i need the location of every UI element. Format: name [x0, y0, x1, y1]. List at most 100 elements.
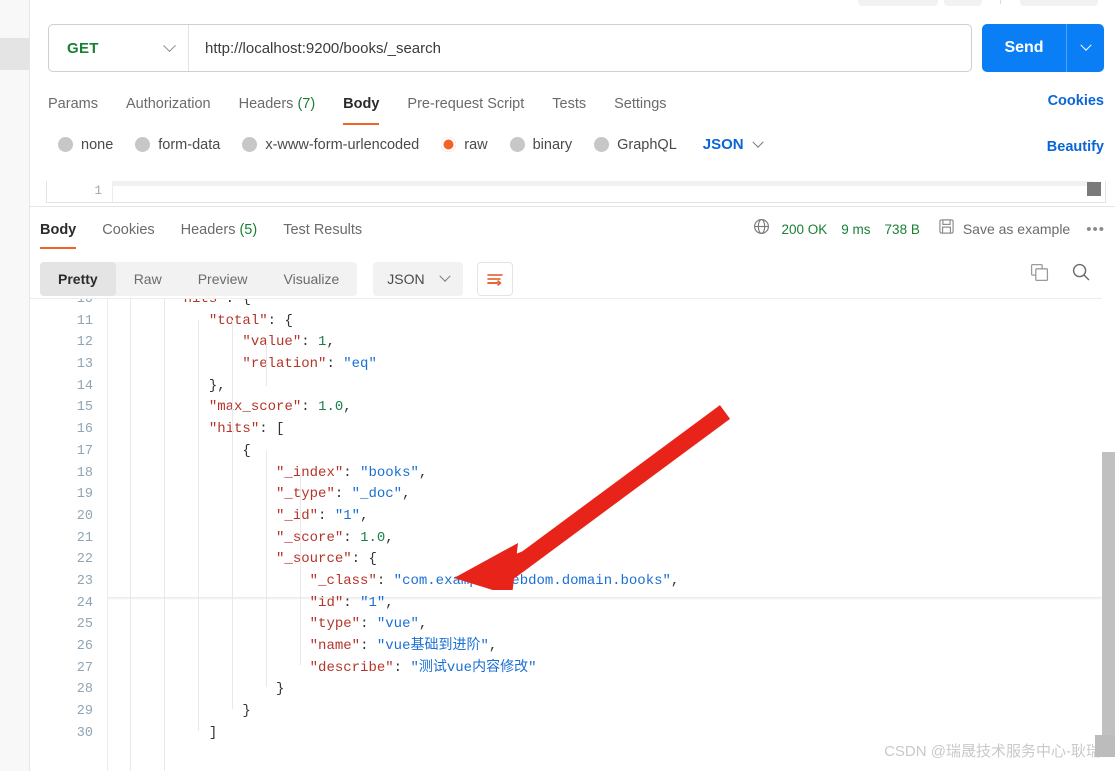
request-tabs: Params Authorization Headers (7) Body Pre-re…: [48, 88, 695, 125]
body-type-raw[interactable]: raw: [441, 137, 488, 153]
request-tab-tests[interactable]: Tests: [552, 96, 586, 112]
response-tab-test-results[interactable]: Test Results: [283, 222, 362, 238]
code-line-numbers: 10 11 12 13 14 15 16 17 18 19 20 21 22 23 24 25 26 27 28 29…: [30, 299, 108, 771]
body-type-none[interactable]: none: [58, 137, 113, 153]
watermark-text: CSDN @瑞晟技术服务中心-耿瑞: [884, 743, 1101, 760]
body-type-x-www-form-urlencoded[interactable]: x-www-form-urlencoded: [242, 137, 419, 153]
body-type-binary[interactable]: binary: [509, 137, 572, 153]
request-tab-headers[interactable]: Headers (7): [239, 96, 316, 112]
code-token: "eq": [343, 356, 377, 373]
request-url-input[interactable]: http://localhost:9200/books/_search: [189, 40, 971, 57]
line-number: 15: [76, 400, 93, 416]
body-type-label: none: [81, 136, 114, 153]
view-mode-visualize[interactable]: Visualize: [266, 262, 358, 296]
wrap-lines-button[interactable]: [476, 262, 513, 296]
globe-icon: [753, 218, 770, 240]
code-token: "1": [334, 507, 361, 524]
view-mode-pretty[interactable]: Pretty: [40, 262, 116, 296]
code-line: },: [108, 376, 1115, 398]
code-token: :: [393, 659, 411, 676]
code-token: :: [301, 334, 319, 351]
code-token: "_doc": [351, 486, 403, 503]
more-options-button[interactable]: •••: [1086, 221, 1105, 238]
line-number: 11: [76, 313, 93, 329]
copy-icon[interactable]: [1030, 263, 1049, 282]
code-token: :: [318, 507, 335, 524]
code-token: "value": [242, 334, 302, 351]
request-tab-body[interactable]: Body: [343, 96, 380, 125]
response-scrollbar-thumb[interactable]: [1102, 452, 1115, 752]
line-number: 27: [76, 660, 93, 676]
code-token: ,: [418, 464, 428, 481]
code-line: "name": "vue基础到进阶",: [108, 636, 1115, 658]
send-button[interactable]: Send: [982, 24, 1104, 72]
view-mode-preview[interactable]: Preview: [180, 262, 266, 296]
response-tab-label: Body: [40, 222, 77, 238]
code-token: 1.0: [360, 529, 386, 546]
left-sidebar-rail[interactable]: [0, 0, 30, 771]
code-token: "_class": [309, 572, 377, 589]
indent-guide: [266, 342, 267, 386]
response-tab-cookies[interactable]: Cookies: [102, 222, 154, 238]
line-number: 24: [76, 595, 93, 611]
request-tab-params[interactable]: Params: [48, 96, 98, 112]
response-tab-label: Cookies: [102, 222, 155, 238]
request-editor-hscrollbar[interactable]: [112, 181, 1094, 186]
code-token: ]: [108, 724, 218, 741]
line-number: 23: [76, 573, 93, 589]
code-token: :: [376, 572, 394, 589]
radio-icon: [135, 137, 151, 152]
view-mode-raw[interactable]: Raw: [116, 262, 180, 296]
response-body-viewer[interactable]: 10 11 12 13 14 15 16 17 18 19 20 21 22 23 24 25 26 27 28 29…: [30, 298, 1115, 771]
code-token: "id": [309, 594, 344, 611]
code-token: "total": [208, 312, 268, 329]
code-line: }: [108, 701, 1115, 723]
request-editor-scroll-thumb[interactable]: [1087, 182, 1101, 196]
body-type-form-data[interactable]: form-data: [135, 137, 220, 153]
code-token: "vue": [376, 616, 419, 633]
code-token: ,: [488, 638, 498, 654]
code-token: : [: [259, 421, 285, 438]
response-scrollbar-track[interactable]: [1102, 298, 1115, 771]
radio-icon: [58, 137, 73, 152]
code-token: "hits": [175, 298, 226, 307]
response-tab-label: Test Results: [283, 222, 363, 238]
request-tab-pre-request-script[interactable]: Pre-request Script: [407, 96, 524, 112]
line-number: 22: [76, 552, 93, 568]
raw-format-select[interactable]: JSON: [703, 136, 764, 153]
code-token: :: [343, 464, 361, 481]
code-token: :: [326, 356, 344, 373]
request-tab-authorization[interactable]: Authorization: [126, 96, 211, 112]
line-number: 30: [76, 725, 93, 741]
search-icon[interactable]: [1071, 262, 1091, 282]
code-token: :: [360, 638, 377, 654]
code-token: : {: [351, 551, 377, 568]
code-token: ,: [343, 399, 352, 416]
postman-window: GET http://localhost:9200/books/_search …: [0, 0, 1115, 771]
code-token: "_id": [276, 507, 319, 524]
code-token: "name": [309, 638, 361, 654]
body-type-graphql[interactable]: GraphQL: [594, 137, 677, 153]
body-type-label: form-data: [158, 136, 221, 153]
sidebar-active-indicator[interactable]: [0, 38, 29, 70]
beautify-link[interactable]: Beautify: [1047, 139, 1104, 155]
response-format-select[interactable]: JSON: [373, 262, 463, 296]
code-content[interactable]: "hits": { "total": { "value": 1, "relati…: [108, 299, 1115, 771]
send-options-button[interactable]: [1067, 39, 1104, 52]
cookies-link[interactable]: Cookies: [1048, 93, 1104, 109]
indent-guide: [300, 473, 301, 665]
response-tab-body[interactable]: Body: [40, 222, 77, 249]
request-tab-settings[interactable]: Settings: [614, 96, 666, 112]
http-method-select[interactable]: GET: [49, 25, 189, 71]
code-token: "max_score": [208, 399, 302, 416]
response-tab-headers[interactable]: Headers (5): [181, 222, 258, 238]
code-token: ,: [670, 572, 680, 589]
save-as-example-button[interactable]: Save as example: [963, 221, 1070, 237]
